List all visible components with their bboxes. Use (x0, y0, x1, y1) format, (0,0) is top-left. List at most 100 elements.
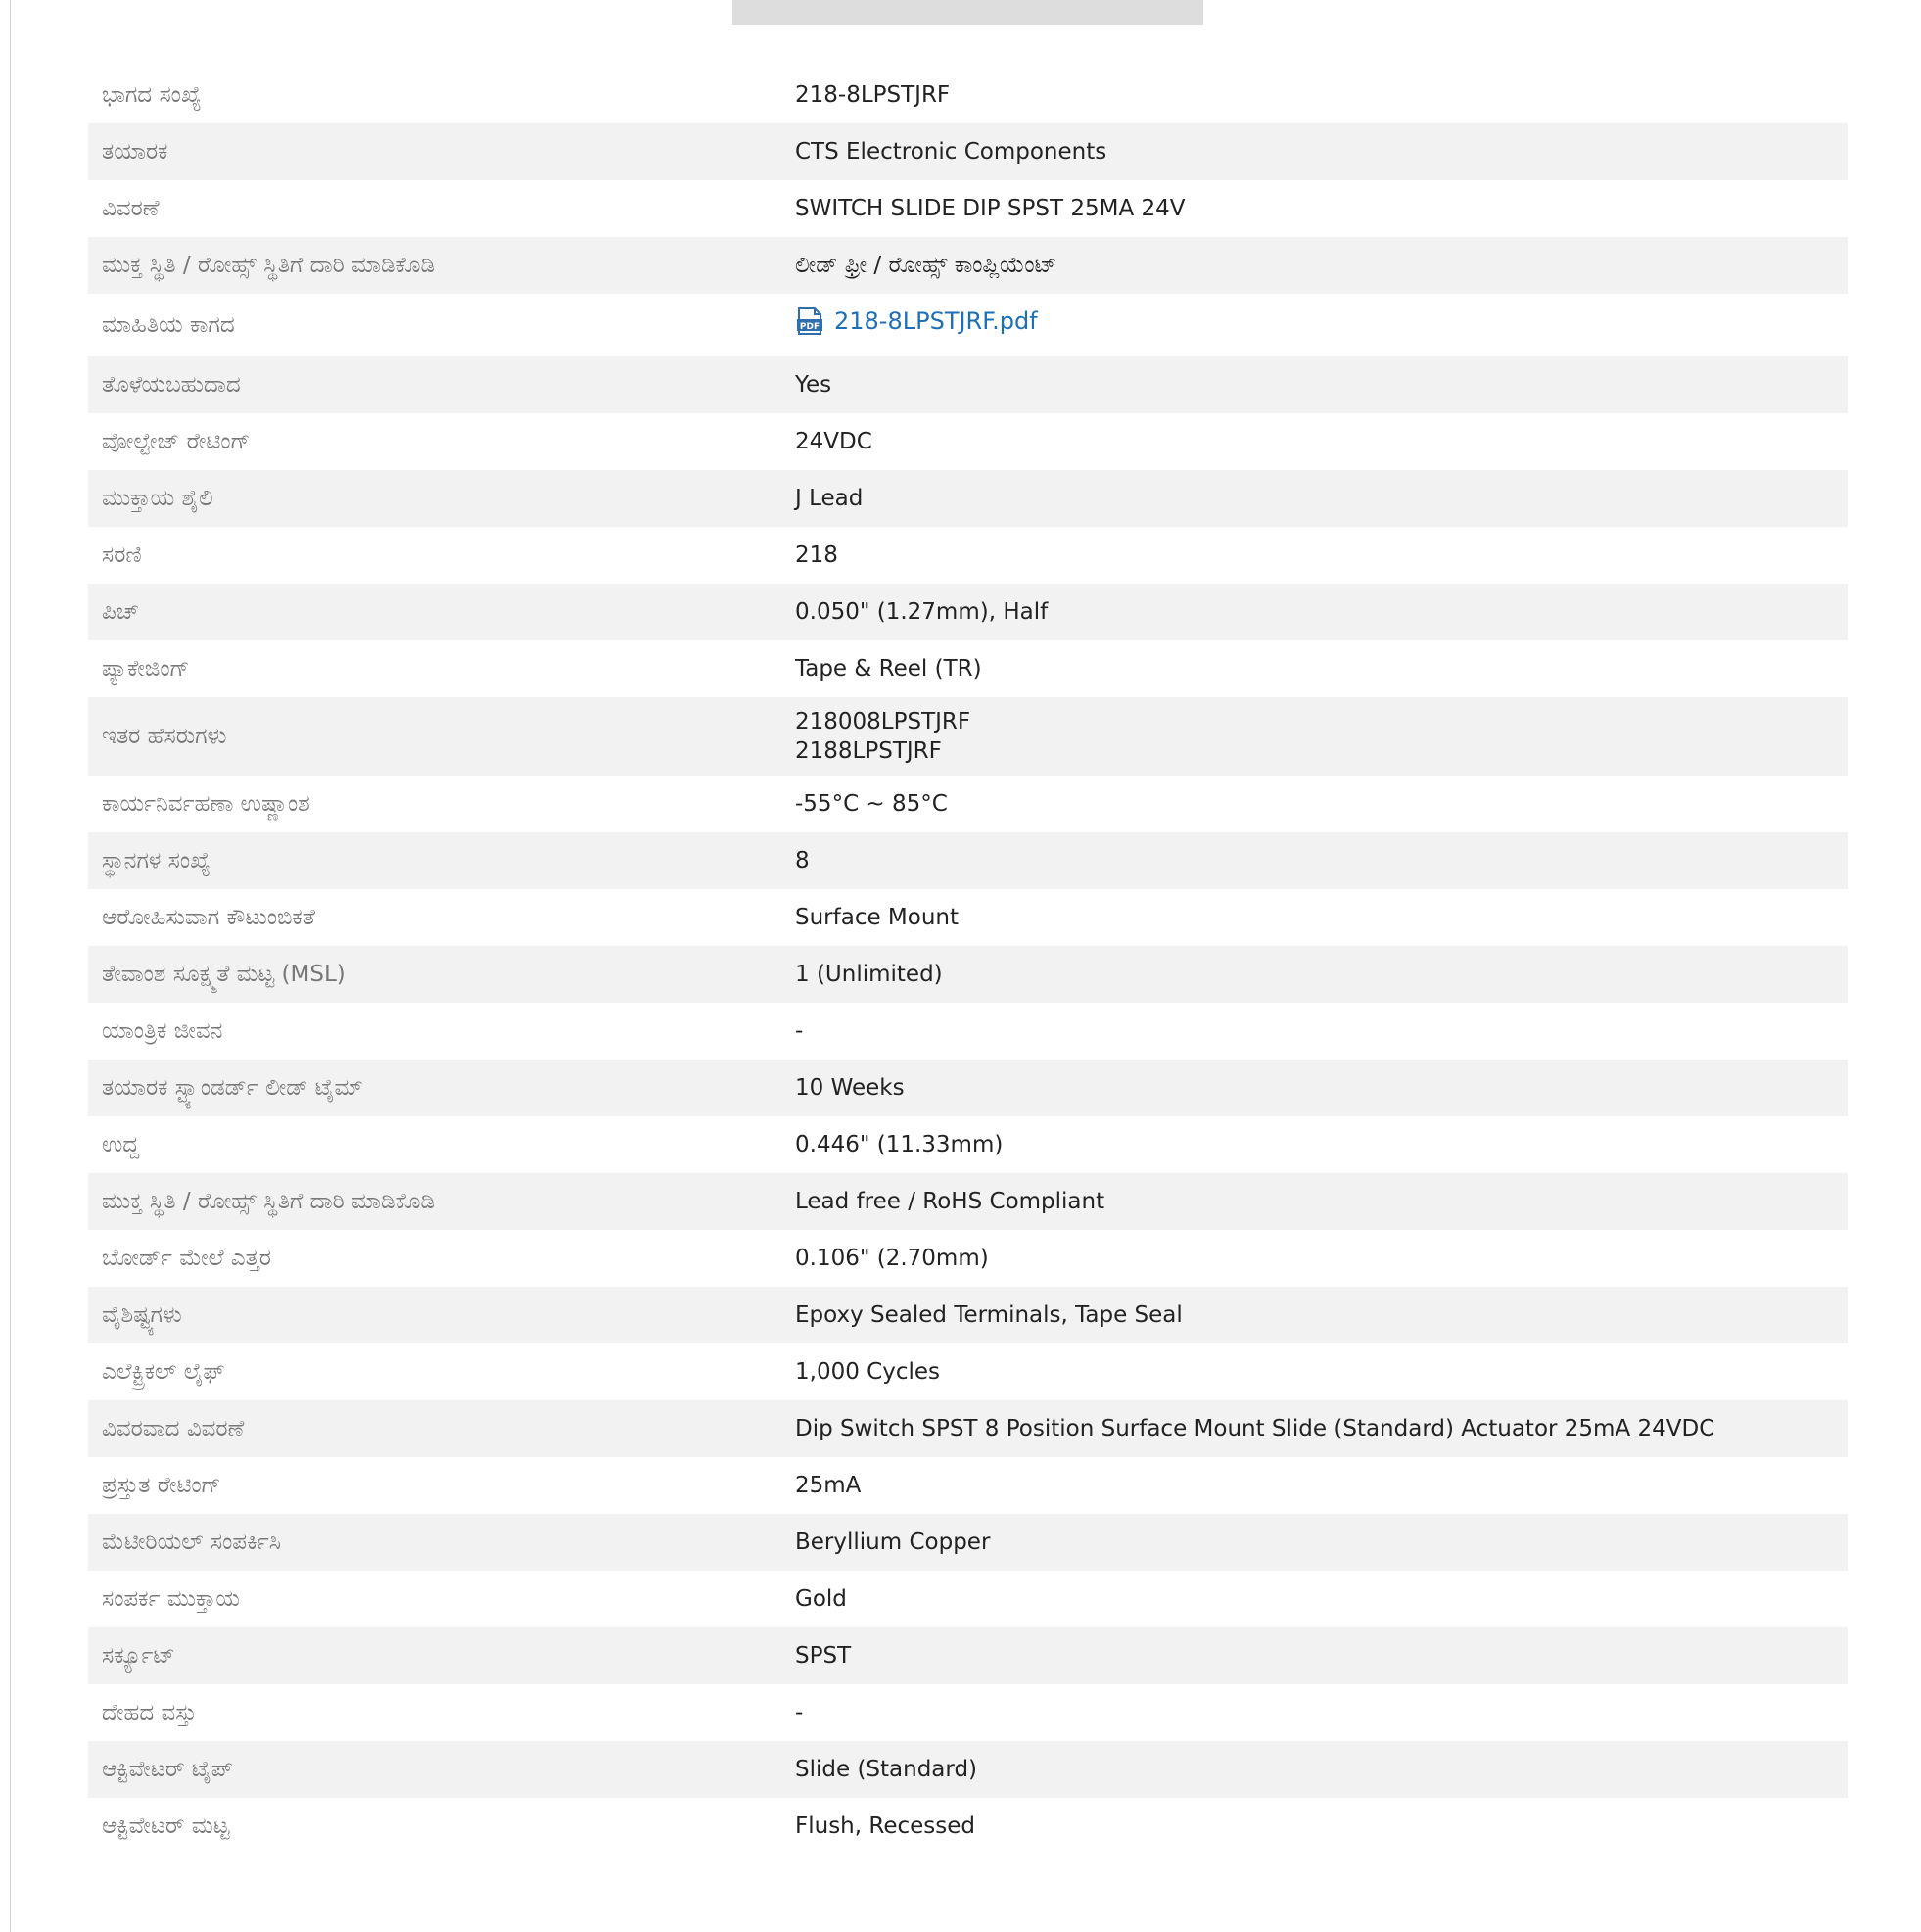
spec-value: Slide (Standard) (781, 1741, 1848, 1798)
spec-row: ವೋಲ್ಟೇಜ್ ರೇಟಿಂಗ್ 24VDC (88, 413, 1848, 470)
page: ಭಾಗದ ಸಂಖ್ಯೆ 218-8LPSTJRF ತಯಾರಕ CTS Elect… (0, 0, 1921, 1932)
spec-label: ವೋಲ್ಟೇಜ್ ರೇಟಿಂಗ್ (102, 429, 251, 454)
spec-label: ಉದ್ದ (102, 1132, 140, 1157)
spec-value: 10 Weeks (781, 1060, 1848, 1116)
spec-label: ಆಕ್ಟಿವೇಟರ್ ಟೈಪ್ (88, 1741, 781, 1798)
spec-row: ಮೆಟೀರಿಯಲ್ ಸಂಪರ್ಕಿಸಿ Beryllium Copper (88, 1514, 1848, 1571)
spec-label: ಮುಕ್ತಾಯ ಶೈಲಿ (88, 470, 781, 527)
spec-row: ಪ್ಯಾಕೇಜಿಂಗ್ Tape & Reel (TR) (88, 640, 1848, 697)
spec-label: ಸಂಪರ್ಕ ಮುಕ್ತಾಯ (102, 1586, 240, 1612)
spec-value: Tape & Reel (TR) (795, 656, 982, 682)
spec-label: ಯಾಂತ್ರಿಕ ಜೀವನ (102, 1018, 223, 1044)
spec-row: ಬೋರ್ಡ್ ಮೇಲೆ ಎತ್ತರ 0.106" (2.70mm) (88, 1230, 1848, 1287)
spec-value: 0.106" (2.70mm) (795, 1246, 989, 1271)
spec-value: Lead free / RoHS Compliant (781, 1173, 1848, 1230)
spec-value: 1 (Unlimited) (781, 946, 1848, 1003)
spec-value: 0.446" (11.33mm) (795, 1132, 1004, 1157)
spec-row: ಆಕ್ಟಿವೇಟರ್ ಟೈಪ್ Slide (Standard) (88, 1741, 1848, 1798)
datasheet-filename: 218-8LPSTJRF.pdf (834, 307, 1038, 335)
spec-label: ಪ್ರಸ್ತುತ ರೇಟಿಂಗ್ (102, 1473, 221, 1498)
spec-row: ವಿವರಣೆ SWITCH SLIDE DIP SPST 25MA 24V (88, 180, 1848, 237)
spec-row: ಪ್ರಸ್ತುತ ರೇಟಿಂಗ್ 25mA (88, 1457, 1848, 1514)
spec-value: ಲೀಡ್ ಫ್ರೀ / ರೋಹ್ಸ್ ಕಾಂಪ್ಲಿಯೆಂಟ್ (781, 237, 1848, 294)
spec-value: Surface Mount (795, 905, 960, 930)
spec-value: 218 (795, 542, 838, 568)
spec-label: ವಿವರವಾದ ವಿವರಣೆ (88, 1400, 781, 1457)
spec-value: - (795, 1700, 804, 1725)
spec-row: ಸಂಪರ್ಕ ಮುಕ್ತಾಯ Gold (88, 1571, 1848, 1627)
spec-row: ಕಾರ್ಯನಿರ್ವಹಣಾ ಉಷ್ಣಾಂಶ -55°C ~ 85°C (88, 776, 1848, 832)
spec-value: 24VDC (795, 429, 872, 454)
spec-row: ವೈಶಿಷ್ಟ್ಯಗಳು Epoxy Sealed Terminals, Tap… (88, 1287, 1848, 1343)
other-name: 218008LPSTJRF (795, 709, 971, 734)
spec-row: ದೇಹದ ವಸ್ತು - (88, 1684, 1848, 1741)
spec-row: ಆರೋಹಿಸುವಾಗ ಕೌಟುಂಬಿಕತೆ Surface Mount (88, 889, 1848, 946)
spec-label: ತಯಾರಕ (88, 123, 781, 180)
spec-label: ಸರಣಿ (102, 542, 142, 568)
spec-row: ವಿವರವಾದ ವಿವರಣೆ Dip Switch SPST 8 Positio… (88, 1400, 1848, 1457)
spec-value: SWITCH SLIDE DIP SPST 25MA 24V (795, 196, 1186, 221)
spec-label: ತೇವಾಂಶ ಸೂಕ್ಷ್ಮತೆ ಮಟ್ಟ (MSL) (88, 946, 781, 1003)
spec-value: Yes (781, 356, 1848, 413)
spec-label: ವಿವರಣೆ (102, 196, 160, 221)
spec-row: ಎಲೆಕ್ಟ್ರಿಕಲ್ ಲೈಫ್ 1,000 Cycles (88, 1343, 1848, 1400)
top-tab-placeholder (732, 0, 1203, 25)
spec-value: -55°C ~ 85°C (795, 791, 948, 817)
spec-value: 218-8LPSTJRF (795, 82, 951, 108)
spec-value: Gold (795, 1586, 847, 1612)
spec-label: ಆರೋಹಿಸುವಾಗ ಕೌಟುಂಬಿಕತೆ (102, 905, 315, 930)
spec-row: ಸರ್ಕ್ಯೂಟ್ SPST (88, 1627, 1848, 1684)
datasheet-link[interactable]: PDF 218-8LPSTJRF.pdf (795, 306, 1038, 336)
spec-label: ಪ್ಯಾಕೇಜಿಂಗ್ (102, 656, 190, 682)
spec-row: ಮುಕ್ತ ಸ್ಥಿತಿ / ರೋಹ್ಸ್ ಸ್ಥಿತಿಗೆ ದಾರಿ ಮಾಡಿ… (88, 237, 1848, 294)
spec-value: Epoxy Sealed Terminals, Tape Seal (781, 1287, 1848, 1343)
pdf-file-icon: PDF (795, 306, 824, 336)
spec-row: ತಯಾರಕ ಸ್ಟ್ಯಾಂಡರ್ಡ್ ಲೀಡ್ ಟೈಮ್ 10 Weeks (88, 1060, 1848, 1116)
spec-value: 25mA (795, 1473, 862, 1498)
spec-row: ಪಿಚ್ 0.050" (1.27mm), Half (88, 584, 1848, 640)
spec-row: ಯಾಂತ್ರಿಕ ಜೀವನ - (88, 1003, 1848, 1060)
spec-row: ಭಾಗದ ಸಂಖ್ಯೆ 218-8LPSTJRF (88, 67, 1848, 123)
spec-label: ಆಕ್ಟಿವೇಟರ್ ಮಟ್ಟ (102, 1814, 230, 1839)
spec-value: Dip Switch SPST 8 Position Surface Mount… (781, 1400, 1848, 1457)
spec-row-datasheet: ಮಾಹಿತಿಯ ಕಾಗದ PDF 218-8LPSTJRF.pdf (88, 294, 1848, 356)
spec-label: ಮುಕ್ತ ಸ್ಥಿತಿ / ರೋಹ್ಸ್ ಸ್ಥಿತಿಗೆ ದಾರಿ ಮಾಡಿ… (88, 237, 781, 294)
spec-value: 1,000 Cycles (795, 1359, 940, 1385)
spec-label: ವೈಶಿಷ್ಟ್ಯಗಳು (88, 1287, 781, 1343)
other-name: 2188LPSTJRF (795, 738, 942, 764)
spec-row: ತೊಳೆಯಬಹುದಾದ Yes (88, 356, 1848, 413)
spec-label: ದೇಹದ ವಸ್ತು (102, 1700, 197, 1725)
spec-label: ಭಾಗದ ಸಂಖ್ಯೆ (102, 82, 202, 108)
spec-label: ಎಲೆಕ್ಟ್ರಿಕಲ್ ಲೈಫ್ (102, 1359, 225, 1385)
spec-label: ಬೋರ್ಡ್ ಮೇಲೆ ಎತ್ತರ (102, 1246, 271, 1271)
spec-label: ಸರ್ಕ್ಯೂಟ್ (88, 1627, 781, 1684)
spec-row: ಇತರ ಹೆಸರುಗಳು 218008LPSTJRF 2188LPSTJRF (88, 697, 1848, 776)
spec-row: ತೇವಾಂಶ ಸೂಕ್ಷ್ಮತೆ ಮಟ್ಟ (MSL) 1 (Unlimited… (88, 946, 1848, 1003)
spec-value: - (795, 1018, 804, 1044)
spec-label: ಸ್ಥಾನಗಳ ಸಂಖ್ಯೆ (88, 832, 781, 889)
spec-label: ಕಾರ್ಯನಿರ್ವಹಣಾ ಉಷ್ಣಾಂಶ (102, 791, 310, 817)
spec-row: ಆಕ್ಟಿವೇಟರ್ ಮಟ್ಟ Flush, Recessed (88, 1798, 1848, 1855)
spec-value: 8 (781, 832, 1848, 889)
spec-table: ಭಾಗದ ಸಂಖ್ಯೆ 218-8LPSTJRF ತಯಾರಕ CTS Elect… (88, 67, 1848, 1855)
pdf-icon-text: PDF (800, 322, 820, 332)
spec-label: ಇತರ ಹೆಸರುಗಳು (88, 697, 781, 776)
spec-value: 218008LPSTJRF 2188LPSTJRF (781, 697, 1848, 776)
spec-value: SPST (781, 1627, 1848, 1684)
spec-row: ಮುಕ್ತಾಯ ಶೈಲಿ J Lead (88, 470, 1848, 527)
spec-row: ತಯಾರಕ CTS Electronic Components (88, 123, 1848, 180)
spec-label: ತೊಳೆಯಬಹುದಾದ (88, 356, 781, 413)
spec-label: ಮುಕ್ತ ಸ್ಥಿತಿ / ರೋಹ್ಸ್ ಸ್ಥಿತಿಗೆ ದಾರಿ ಮಾಡಿ… (88, 1173, 781, 1230)
left-border (10, 0, 11, 1932)
spec-label: ಮಾಹಿತಿಯ ಕಾಗದ (102, 312, 235, 338)
spec-value: Flush, Recessed (795, 1814, 975, 1839)
spec-label: ಮೆಟೀರಿಯಲ್ ಸಂಪರ್ಕಿಸಿ (88, 1514, 781, 1571)
spec-value: Beryllium Copper (781, 1514, 1848, 1571)
spec-row: ಸರಣಿ 218 (88, 527, 1848, 584)
spec-value: J Lead (781, 470, 1848, 527)
spec-label: ತಯಾರಕ ಸ್ಟ್ಯಾಂಡರ್ಡ್ ಲೀಡ್ ಟೈಮ್ (88, 1060, 781, 1116)
spec-label: ಪಿಚ್ (88, 584, 781, 640)
spec-row: ಉದ್ದ 0.446" (11.33mm) (88, 1116, 1848, 1173)
spec-value: CTS Electronic Components (781, 123, 1848, 180)
spec-row: ಮುಕ್ತ ಸ್ಥಿತಿ / ರೋಹ್ಸ್ ಸ್ಥಿತಿಗೆ ದಾರಿ ಮಾಡಿ… (88, 1173, 1848, 1230)
